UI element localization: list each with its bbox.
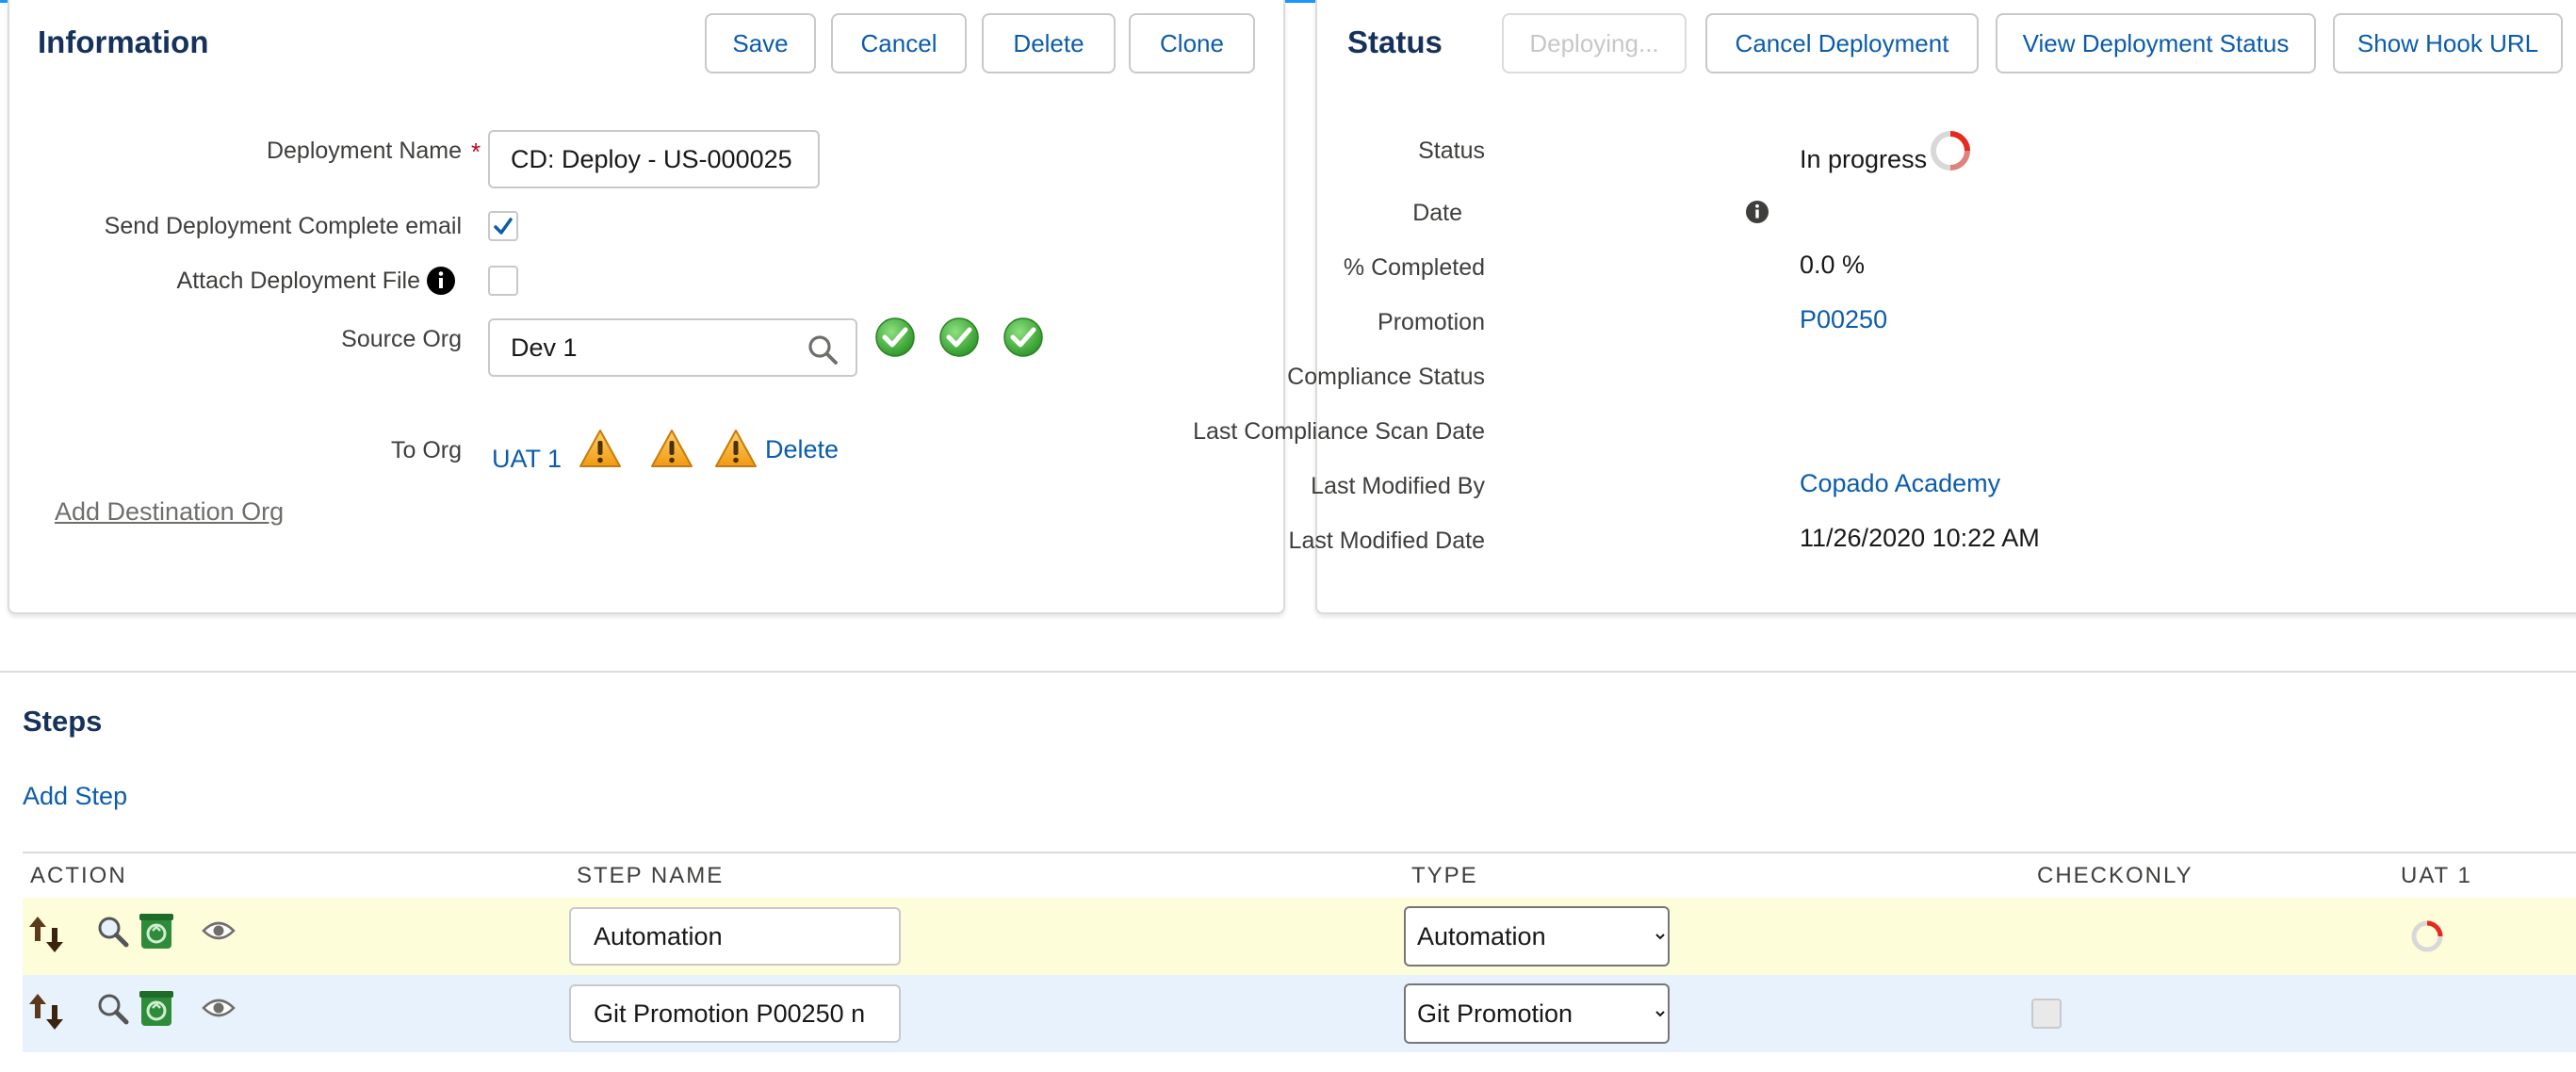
- to-org-link[interactable]: UAT 1: [492, 445, 562, 474]
- warning-icon: [579, 430, 621, 467]
- column-header-checkonly: CHECKONLY: [2030, 852, 2393, 898]
- information-title: Information: [38, 24, 209, 59]
- eye-icon[interactable]: [202, 918, 236, 943]
- status-value: In progress: [1800, 145, 1928, 173]
- deployment-name-input[interactable]: [488, 130, 820, 188]
- required-indicator: *: [471, 138, 481, 166]
- step-name-input[interactable]: [569, 984, 901, 1043]
- reorder-arrows-icon[interactable]: [28, 992, 66, 1031]
- last-modified-by-label: Last Modified By: [1311, 473, 1485, 499]
- send-email-label: Send Deployment Complete email: [104, 213, 462, 239]
- information-card: Information Save Cancel Delete Clone Dep…: [8, 0, 1285, 614]
- last-modified-date-value: 11/26/2020 10:22 AM: [1800, 524, 2040, 552]
- success-check-icon: [939, 317, 979, 357]
- checkonly-cell: [2030, 975, 2393, 1052]
- to-org-delete-link[interactable]: Delete: [765, 435, 839, 464]
- cancel-deployment-button[interactable]: Cancel Deployment: [1705, 13, 1979, 73]
- view-deployment-status-button[interactable]: View Deployment Status: [1996, 13, 2316, 73]
- org-status-cell: [2393, 898, 2576, 975]
- action-cell: [23, 975, 569, 1052]
- promotion-link[interactable]: P00250: [1800, 305, 1887, 334]
- info-icon[interactable]: [426, 266, 456, 296]
- section-divider: [0, 671, 2576, 673]
- compliance-status-label: Compliance Status: [1287, 364, 1485, 390]
- delete-button[interactable]: Delete: [982, 13, 1116, 73]
- steps-table: ACTION STEP NAME TYPE CHECKONLY UAT 1 Au…: [23, 852, 2576, 1052]
- last-modified-by-link[interactable]: Copado Academy: [1800, 469, 2000, 498]
- progress-spinner-icon: [1931, 131, 1970, 171]
- trash-icon[interactable]: [138, 911, 175, 950]
- checkonly-cell: [2030, 898, 2393, 975]
- trash-icon[interactable]: [138, 988, 175, 1028]
- column-header-action: ACTION: [23, 852, 569, 898]
- success-check-icon: [1003, 317, 1043, 357]
- type-cell: Git Promotion: [1404, 975, 2030, 1052]
- warning-icon: [715, 430, 757, 467]
- to-org-label: To Org: [390, 437, 462, 463]
- table-row: Git Promotion: [23, 975, 2576, 1052]
- table-row: Automation: [23, 898, 2576, 975]
- step-name-cell: [569, 898, 1404, 975]
- action-cell: [23, 898, 569, 975]
- attach-file-label: Attach Deployment File: [176, 268, 420, 294]
- progress-spinner-icon: [2411, 920, 2443, 952]
- send-email-checkbox[interactable]: [488, 211, 518, 241]
- checkmark-icon: [494, 218, 513, 235]
- info-icon[interactable]: [1745, 200, 1769, 224]
- view-details-icon[interactable]: [96, 992, 130, 1026]
- column-header-step-name: STEP NAME: [569, 852, 1404, 898]
- deployment-name-label: Deployment Name: [266, 138, 462, 164]
- add-step-link[interactable]: Add Step: [23, 782, 127, 811]
- status-title: Status: [1347, 24, 1443, 59]
- deploying-button: Deploying...: [1502, 13, 1687, 73]
- promotion-label: Promotion: [1378, 309, 1485, 335]
- step-type-select[interactable]: Git Promotion: [1404, 983, 1670, 1044]
- show-hook-url-button[interactable]: Show Hook URL: [2333, 13, 2563, 73]
- steps-title: Steps: [23, 705, 103, 738]
- step-name-input[interactable]: [569, 907, 901, 966]
- attach-file-checkbox[interactable]: [488, 266, 518, 296]
- step-name-cell: [569, 975, 1404, 1052]
- status-label: Status: [1418, 138, 1485, 164]
- source-org-label: Source Org: [341, 326, 462, 352]
- date-label: Date: [1412, 200, 1462, 226]
- percent-completed-value: 0.0 %: [1800, 251, 1866, 279]
- step-type-select[interactable]: Automation: [1404, 906, 1670, 966]
- warning-icon: [651, 430, 693, 467]
- search-icon[interactable]: [807, 333, 839, 365]
- reorder-arrows-icon[interactable]: [28, 915, 66, 954]
- status-card: Status Deploying... Cancel Deployment Vi…: [1193, 0, 2576, 614]
- column-header-type: TYPE: [1404, 852, 2030, 898]
- last-compliance-scan-label: Last Compliance Scan Date: [1193, 418, 1485, 445]
- percent-completed-label: % Completed: [1343, 254, 1485, 281]
- clone-button[interactable]: Clone: [1129, 13, 1255, 73]
- view-details-icon[interactable]: [96, 915, 130, 949]
- type-cell: Automation: [1404, 898, 2030, 975]
- add-destination-org-link[interactable]: Add Destination Org: [55, 497, 284, 527]
- eye-icon[interactable]: [202, 996, 236, 1020]
- save-button[interactable]: Save: [705, 13, 816, 73]
- checkonly-checkbox[interactable]: [2031, 999, 2062, 1029]
- last-modified-date-label: Last Modified Date: [1288, 528, 1485, 554]
- org-status-cell: [2393, 975, 2576, 1052]
- column-header-org: UAT 1: [2393, 852, 2576, 898]
- cancel-button[interactable]: Cancel: [831, 13, 967, 73]
- steps-header-row: ACTION STEP NAME TYPE CHECKONLY UAT 1: [23, 852, 2576, 898]
- success-check-icon: [875, 317, 915, 357]
- source-org-input[interactable]: [488, 318, 857, 377]
